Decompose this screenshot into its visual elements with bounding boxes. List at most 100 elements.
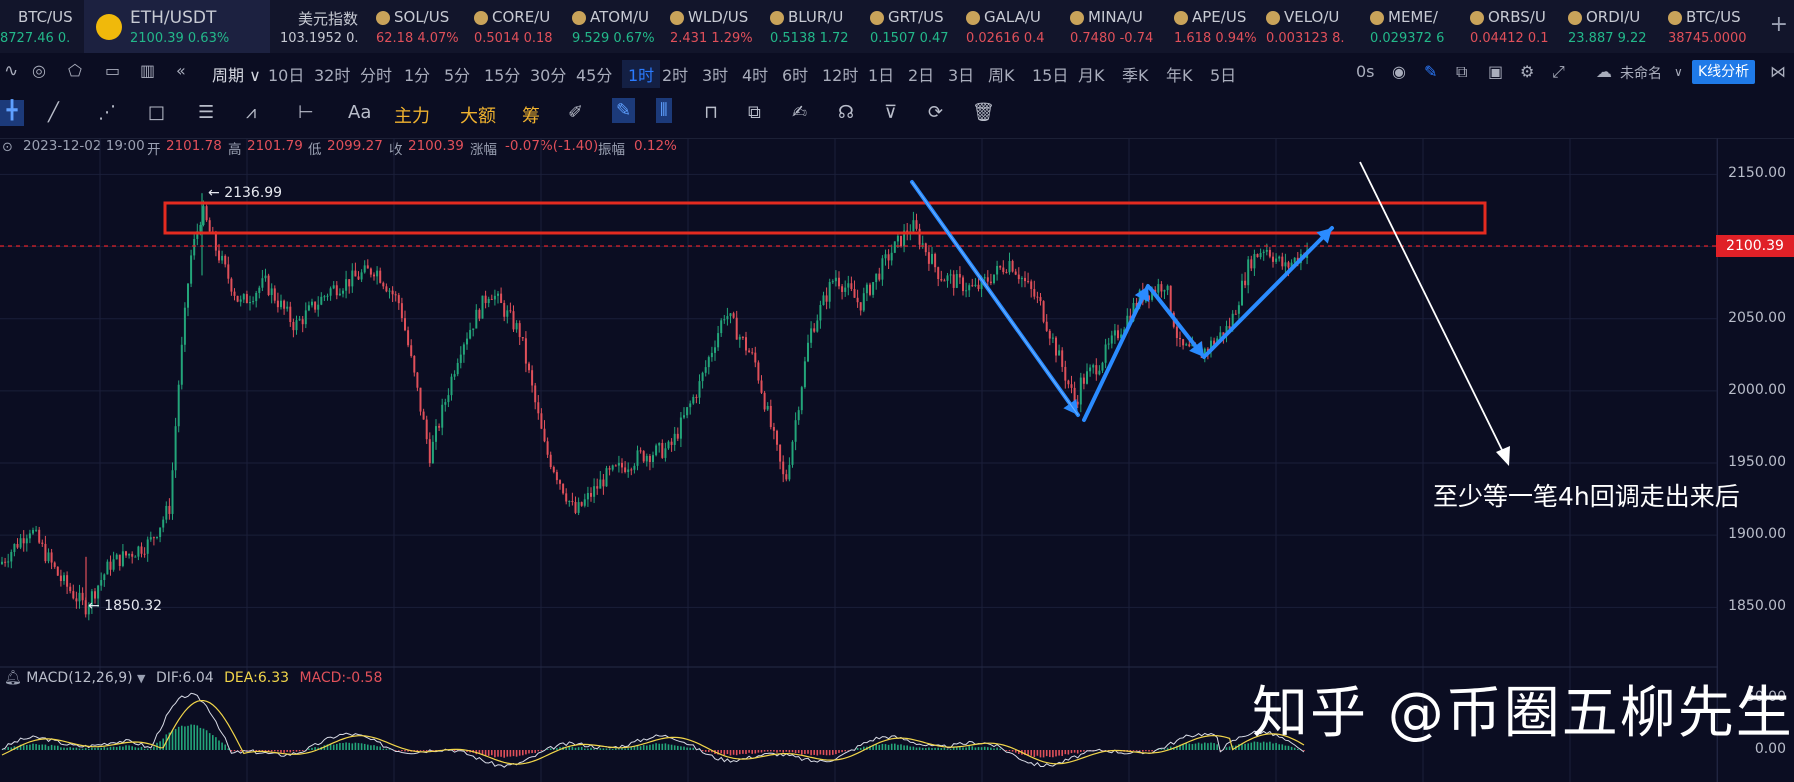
macd-value: MACD:-0.58 — [299, 670, 383, 686]
candle-body — [1051, 337, 1054, 339]
candle-body — [335, 285, 338, 296]
candle-body — [617, 462, 620, 466]
candle-body — [760, 380, 763, 393]
candle-body — [850, 283, 853, 290]
candle-body — [140, 546, 143, 554]
candle-body — [7, 561, 10, 563]
candle-body — [546, 441, 549, 455]
candle-body — [934, 253, 937, 268]
candle-body — [958, 274, 961, 278]
candle-body — [447, 395, 450, 403]
candle-body — [1284, 262, 1287, 267]
candle-body — [810, 328, 813, 343]
candle-body — [949, 274, 952, 276]
candle-body — [199, 224, 202, 232]
candle-body — [834, 277, 837, 282]
candle-body — [391, 290, 394, 295]
candle-body — [1110, 335, 1113, 344]
candle-body — [751, 352, 754, 354]
candle-body — [4, 561, 7, 563]
candle-body — [611, 465, 614, 470]
candle-body — [1247, 259, 1250, 286]
candle-body — [692, 396, 695, 404]
candle-body — [1030, 281, 1033, 289]
resistance-zone — [163, 201, 1487, 235]
candle-body — [555, 472, 558, 481]
candle-body — [528, 363, 530, 371]
bell-icon[interactable]: 🔔︎ — [4, 670, 22, 686]
candle-body — [307, 305, 310, 311]
candle-body — [280, 300, 282, 308]
candle-body — [741, 336, 744, 338]
candle-body — [1278, 256, 1281, 259]
candle-body — [1265, 249, 1268, 252]
candle-body — [971, 285, 974, 287]
candle-body — [152, 537, 155, 539]
candle-body — [593, 486, 596, 497]
candle-body — [187, 283, 189, 308]
candle-body — [896, 235, 899, 242]
share-icon[interactable]: ⋈ — [1770, 62, 1786, 81]
candle-body — [881, 258, 884, 280]
candle-body — [245, 294, 248, 304]
candle-body — [1253, 254, 1256, 269]
candle-body — [506, 310, 509, 317]
candle-body — [478, 309, 481, 319]
candle-body — [927, 252, 930, 264]
candle-body — [887, 254, 890, 261]
candle-body — [1237, 305, 1240, 314]
candle-body — [159, 527, 162, 537]
candle-body — [776, 430, 778, 445]
candle-body — [732, 313, 735, 318]
candle-body — [720, 320, 723, 334]
candle-body — [763, 392, 766, 410]
watermark: 知乎 @币圈五柳先生 — [1252, 681, 1794, 746]
candle-body — [1045, 321, 1048, 331]
candle-body — [373, 274, 375, 277]
candle-body — [66, 575, 69, 587]
candle-body — [701, 372, 704, 382]
candle-body — [1039, 297, 1042, 302]
candle-body — [484, 295, 487, 304]
candle-body — [534, 385, 537, 403]
price-chart[interactable] — [0, 0, 1718, 782]
candle-body — [862, 293, 865, 311]
candle-body — [630, 469, 633, 471]
candle-body — [22, 538, 25, 544]
candle-body — [1011, 261, 1014, 272]
candle-body — [655, 445, 658, 456]
candle-body — [1160, 284, 1163, 292]
candle-body — [822, 295, 825, 306]
candle-body — [779, 444, 782, 462]
candle-body — [72, 591, 75, 599]
candle-body — [193, 238, 196, 256]
candle-body — [1175, 326, 1178, 338]
candle-body — [707, 357, 710, 368]
candle-body — [599, 479, 602, 489]
candle-body — [962, 277, 964, 292]
candle-body — [345, 279, 348, 291]
candle-body — [642, 451, 645, 462]
candle-body — [667, 441, 670, 449]
candle-body — [1079, 377, 1082, 405]
candle-body — [261, 278, 264, 288]
candle-body — [580, 502, 583, 506]
candle-body — [16, 543, 19, 548]
candle-body — [1089, 367, 1092, 372]
candle-body — [320, 296, 323, 305]
add-ticker-plus-icon[interactable]: + — [1770, 12, 1788, 37]
candle-body — [748, 350, 751, 353]
macd-dropdown-icon[interactable]: ▼ — [137, 672, 145, 685]
candle-body — [236, 295, 239, 302]
candle-body — [537, 402, 540, 414]
candle-body — [1166, 285, 1169, 291]
candle-body — [466, 338, 468, 345]
candle-body — [75, 598, 78, 602]
candle-body — [487, 298, 490, 304]
macd-series — [1, 692, 1305, 768]
candle-body — [518, 323, 521, 338]
candle-body — [497, 293, 499, 296]
candle-body — [407, 330, 410, 346]
candle-body — [524, 338, 527, 364]
candle-body — [552, 467, 555, 473]
